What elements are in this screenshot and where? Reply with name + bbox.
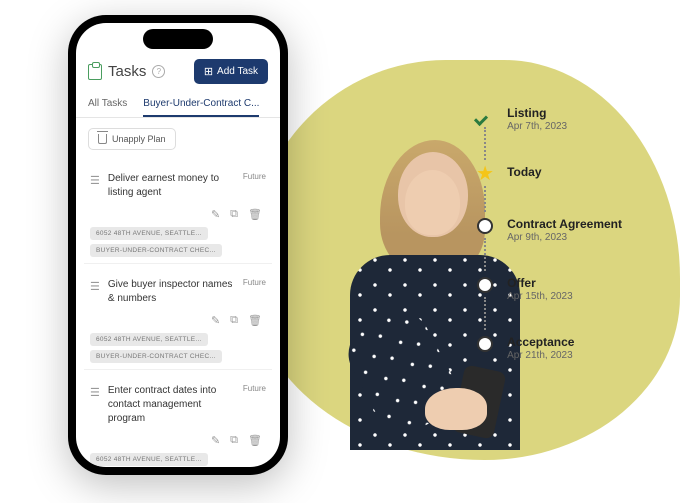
task-title: Deliver earnest money to listing agent: [108, 172, 235, 200]
delete-icon[interactable]: 🗑: [248, 208, 262, 221]
circle-icon: [477, 277, 493, 293]
add-task-label: Add Task: [217, 66, 258, 77]
timeline-label: Today: [507, 165, 541, 179]
plus-icon: ⊞: [204, 65, 213, 78]
timeline-label: Listing: [507, 106, 567, 120]
app-header: Tasks ? ⊞ Add Task: [76, 55, 280, 92]
copy-icon[interactable]: ⧉: [230, 434, 238, 447]
task-tag[interactable]: BUYER-UNDER-CONTRACT CHEC...: [90, 350, 222, 363]
task-status: Future: [243, 384, 266, 393]
task-tag[interactable]: 6052 48TH AVENUE, SEATTLE...: [90, 333, 208, 346]
list-icon: ☰: [90, 280, 100, 293]
phone-frame: Tasks ? ⊞ Add Task All Tasks Buyer-Under…: [68, 15, 288, 475]
tab-all-tasks[interactable]: All Tasks: [88, 92, 127, 117]
edit-icon[interactable]: ✎: [211, 314, 220, 327]
tasks-icon: [88, 64, 102, 80]
list-icon: ☰: [90, 386, 100, 399]
unapply-label: Unapply Plan: [112, 134, 166, 144]
timeline: Listing Apr 7th, 2023 ★ Today Contract A…: [475, 105, 622, 361]
delete-icon[interactable]: 🗑: [248, 434, 262, 447]
timeline-date: Apr 21th, 2023: [507, 350, 574, 361]
tab-buyer-under-contract[interactable]: Buyer-Under-Contract C...: [143, 92, 259, 117]
task-title: Give buyer inspector names & numbers: [108, 278, 235, 306]
edit-icon[interactable]: ✎: [211, 434, 220, 447]
copy-icon[interactable]: ⧉: [230, 208, 238, 221]
timeline-item-offer: Offer Apr 15th, 2023: [475, 275, 622, 334]
check-icon: [476, 108, 494, 122]
star-icon: ★: [476, 164, 494, 184]
timeline-label: Offer: [507, 276, 573, 290]
circle-icon: [477, 218, 493, 234]
unapply-plan-button[interactable]: Unapply Plan: [88, 128, 176, 150]
task-status: Future: [243, 278, 266, 287]
task-status: Future: [243, 172, 266, 181]
timeline-date: Apr 9th, 2023: [507, 232, 622, 243]
timeline-label: Acceptance: [507, 335, 574, 349]
tabs-bar: All Tasks Buyer-Under-Contract C...: [76, 92, 280, 118]
edit-icon[interactable]: ✎: [211, 208, 220, 221]
timeline-item-today: ★ Today: [475, 164, 622, 216]
add-task-button[interactable]: ⊞ Add Task: [194, 59, 268, 84]
timeline-label: Contract Agreement: [507, 217, 622, 231]
page-title: Tasks: [108, 63, 146, 80]
timeline-date: Apr 15th, 2023: [507, 291, 573, 302]
circle-icon: [477, 336, 493, 352]
timeline-item-acceptance: Acceptance Apr 21th, 2023: [475, 334, 622, 361]
info-icon[interactable]: ?: [152, 65, 165, 78]
task-tag[interactable]: BUYER-UNDER-CONTRACT CHEC...: [90, 244, 222, 257]
task-title: Enter contract dates into contact manage…: [108, 384, 235, 426]
timeline-date: Apr 7th, 2023: [507, 121, 567, 132]
task-tag[interactable]: 6052 48TH AVENUE, SEATTLE...: [90, 227, 208, 240]
timeline-item-contract: Contract Agreement Apr 9th, 2023: [475, 216, 622, 275]
task-tag[interactable]: 6052 48TH AVENUE, SEATTLE...: [90, 453, 208, 466]
copy-icon[interactable]: ⧉: [230, 314, 238, 327]
list-icon: ☰: [90, 174, 100, 187]
trash-icon: [98, 134, 107, 144]
delete-icon[interactable]: 🗑: [248, 314, 262, 327]
timeline-item-listing: Listing Apr 7th, 2023: [475, 105, 622, 164]
task-card[interactable]: ☰ Deliver earnest money to listing agent…: [84, 164, 272, 264]
task-card[interactable]: ☰ Enter contract dates into contact mana…: [84, 376, 272, 467]
phone-notch: [143, 29, 213, 49]
phone-screen: Tasks ? ⊞ Add Task All Tasks Buyer-Under…: [76, 23, 280, 467]
task-card[interactable]: ☰ Give buyer inspector names & numbers F…: [84, 270, 272, 370]
